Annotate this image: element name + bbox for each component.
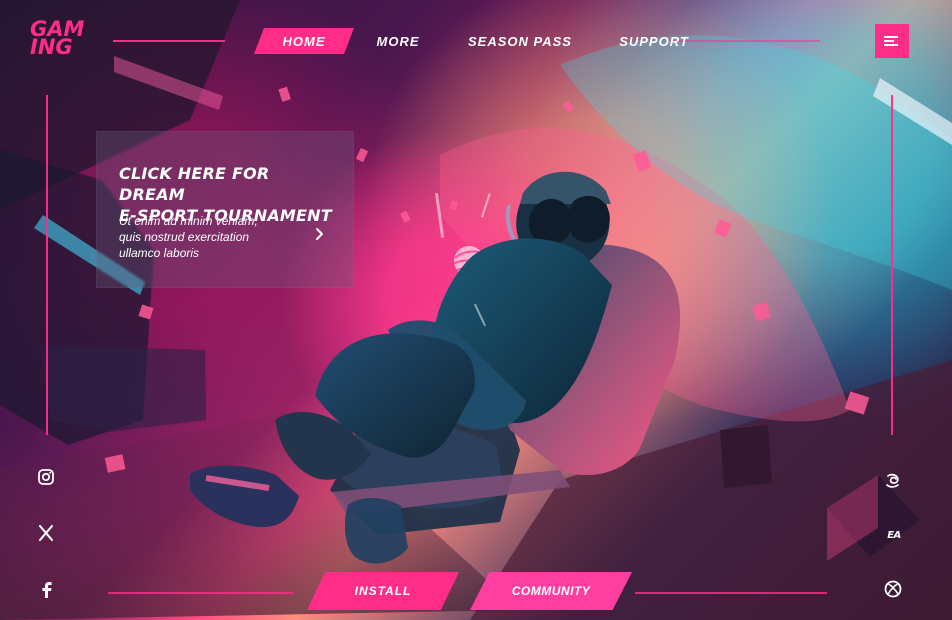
ea-logo-icon: EA bbox=[887, 529, 901, 541]
community-button-label: COMMUNITY bbox=[511, 584, 591, 598]
facebook-link[interactable] bbox=[37, 580, 57, 600]
chair-back-shape bbox=[475, 244, 681, 476]
white-sparks bbox=[434, 192, 491, 327]
gaming-landing-page: GAM ING HOME MORE SEASON PASS SUPPORT CL… bbox=[0, 0, 952, 620]
jacket-shape bbox=[432, 238, 612, 424]
chair-seat-shape bbox=[335, 421, 505, 509]
install-button[interactable]: INSTALL bbox=[307, 572, 459, 610]
pink-light-1 bbox=[114, 56, 223, 110]
headset-earcup-left bbox=[528, 198, 572, 245]
nav-home-label: HOME bbox=[282, 33, 326, 49]
nav-support[interactable]: SUPPORT bbox=[616, 28, 692, 54]
menu-button[interactable] bbox=[875, 24, 909, 58]
nav-more[interactable]: MORE bbox=[370, 28, 426, 54]
menu-icon bbox=[884, 36, 898, 46]
promo-description: Ut enim ad minim veniam, quis nostrud ex… bbox=[119, 214, 258, 260]
left-screen-shape bbox=[40, 345, 206, 432]
gaming-logo[interactable]: GAM ING bbox=[30, 17, 92, 59]
chair-arm-shape bbox=[332, 470, 570, 515]
cube-left bbox=[720, 425, 772, 488]
promo-next-button[interactable] bbox=[309, 223, 329, 245]
nav-home[interactable]: HOME bbox=[254, 28, 354, 54]
top-right-divider bbox=[670, 40, 820, 42]
x-link[interactable] bbox=[36, 523, 56, 543]
chevron-right-icon bbox=[316, 228, 323, 240]
brand-swirl-icon bbox=[886, 473, 899, 488]
facebook-icon bbox=[42, 582, 52, 598]
shoe-left-shape bbox=[190, 465, 299, 528]
bottom-right-divider bbox=[635, 592, 827, 594]
chair-base-shape bbox=[330, 360, 520, 535]
glasses-highlight bbox=[506, 204, 532, 259]
nav-support-label: SUPPORT bbox=[619, 33, 689, 49]
shoe-stripe bbox=[205, 475, 270, 491]
tournament-promo-card[interactable]: CLICK HERE FOR DREAM E-SPORT TOURNAMENT … bbox=[96, 131, 354, 288]
top-left-divider bbox=[113, 40, 225, 42]
lower-leg-shape bbox=[344, 497, 408, 564]
cube-right bbox=[827, 475, 920, 557]
logo-text: GAM ING bbox=[30, 17, 85, 59]
head-shape bbox=[516, 177, 610, 270]
glow-orb bbox=[454, 246, 484, 276]
cube-right-face bbox=[827, 475, 878, 561]
orb-lines bbox=[452, 250, 486, 272]
x-icon bbox=[38, 524, 54, 542]
cap-shape bbox=[520, 171, 611, 204]
xbox-icon bbox=[884, 580, 902, 598]
ea-link[interactable]: EA bbox=[883, 525, 905, 545]
energy-cloud-shape bbox=[440, 127, 850, 422]
brand-swirl-link[interactable] bbox=[883, 471, 903, 491]
nav-more-label: MORE bbox=[376, 33, 420, 49]
nav-season-pass-label: SEASON PASS bbox=[468, 33, 572, 49]
nav-season-pass[interactable]: SEASON PASS bbox=[466, 28, 574, 54]
instagram-icon bbox=[38, 469, 54, 485]
install-button-label: INSTALL bbox=[354, 584, 412, 598]
right-vertical-divider bbox=[891, 95, 893, 435]
left-vertical-divider bbox=[46, 95, 48, 435]
headset-earcup-right bbox=[568, 195, 610, 243]
pants-shape bbox=[315, 333, 475, 458]
cyan-burst-shape bbox=[560, 35, 952, 290]
white-light-1 bbox=[873, 78, 952, 145]
instagram-link[interactable] bbox=[36, 467, 56, 487]
arm-shape bbox=[388, 320, 526, 430]
bottom-left-divider bbox=[108, 592, 293, 594]
xbox-link[interactable] bbox=[883, 579, 903, 599]
leg-shape bbox=[275, 412, 371, 480]
community-button[interactable]: COMMUNITY bbox=[470, 572, 632, 610]
background-artwork bbox=[0, 0, 952, 620]
